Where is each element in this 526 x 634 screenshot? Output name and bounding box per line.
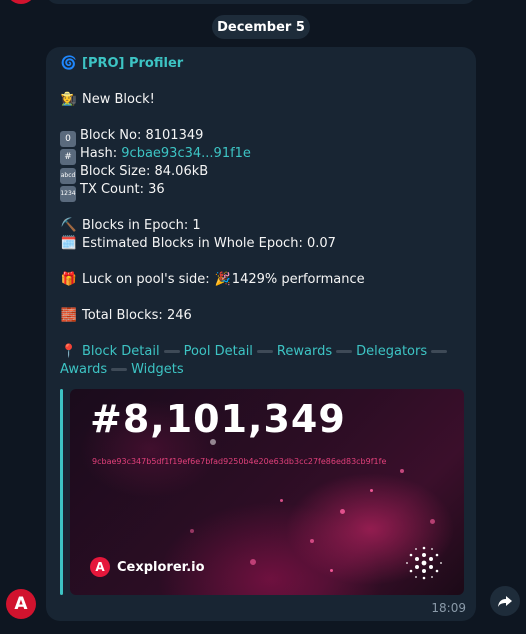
keycap-1234-icon: 1234 (60, 186, 76, 202)
link-separator (256, 350, 273, 353)
total-blocks-label: Total Blocks: (82, 308, 167, 323)
party-popper-icon: 🎉 (214, 272, 231, 287)
block-no-line: 0 Block No: 8101349 (60, 127, 203, 147)
links-line-1: 📍 Block Detail Pool Detail Rewards Delegator… (60, 343, 451, 361)
links-line-2: Awards Widgets (60, 361, 184, 379)
tx-count-value: 36 (148, 182, 165, 197)
total-blocks-line: 🧱 Total Blocks: 246 (60, 307, 192, 325)
sender-avatar[interactable]: A (6, 589, 36, 619)
hash-label: Hash: (80, 146, 122, 161)
luck-value: 1429% performance (231, 272, 365, 287)
block-no-value: 8101349 (145, 128, 204, 143)
date-separator: December 5 (212, 15, 310, 39)
bricks-icon: 🧱 (60, 308, 78, 323)
awards-link[interactable]: Awards (60, 362, 107, 377)
cardano-logo-icon (406, 546, 442, 580)
tx-count-label: TX Count: (80, 182, 149, 197)
link-separator (431, 350, 448, 353)
link-separator (163, 350, 180, 353)
headline-line: 👩‍🌾 New Block! (60, 91, 155, 109)
cexplorer-avatar-icon: A (14, 594, 28, 614)
sender-name[interactable]: [PRO] Profiler (82, 56, 183, 71)
blocks-in-epoch-label: Blocks in Epoch: (82, 218, 193, 233)
tx-count-line: 1234 TX Count: 36 (60, 181, 165, 202)
headline: New Block! (82, 92, 155, 107)
pool-detail-link[interactable]: Pool Detail (184, 344, 253, 359)
calendar-icon: 🗓️ (60, 236, 78, 251)
pin-icon: 📍 (60, 344, 78, 359)
link-separator (111, 368, 128, 371)
estimated-blocks-value: 0.07 (306, 236, 336, 251)
total-blocks-value: 246 (166, 308, 192, 323)
cexplorer-logo-icon: A (90, 557, 110, 577)
share-arrow-icon (498, 596, 512, 607)
hash-line: # Hash: 9cbae93c34...91f1e (60, 145, 251, 165)
blocks-in-epoch-line: ⛏️ Blocks in Epoch: 1 (60, 217, 201, 235)
block-detail-link[interactable]: Block Detail (82, 344, 160, 359)
gift-icon: 🎁 (60, 272, 78, 287)
block-no-label: Block No: (80, 128, 146, 143)
sender-line: 🌀 [PRO] Profiler (60, 55, 183, 73)
cyclone-icon: 🌀 (60, 56, 78, 71)
blocks-in-epoch-value: 1 (192, 218, 201, 233)
delegators-link[interactable]: Delegators (356, 344, 427, 359)
block-size-value: 84.06kB (154, 164, 209, 179)
link-separator (336, 350, 353, 353)
message-bubble[interactable]: 🌀 [PRO] Profiler 👩‍🌾 New Block! 0 Block No:… (46, 47, 476, 621)
link-preview-image[interactable]: #8,101,349 9cbae93c347b5df1f19ef6e7bfad9… (70, 389, 464, 595)
widgets-link[interactable]: Widgets (131, 362, 184, 377)
estimated-blocks-label: Estimated Blocks in Whole Epoch: (82, 236, 307, 251)
preview-hash: 9cbae93c347b5df1f19ef6e7bfad9250b4e20e63… (92, 457, 387, 466)
hash-link[interactable]: 9cbae93c34...91f1e (121, 146, 251, 161)
farmer-icon: 👩‍🌾 (60, 92, 78, 107)
preview-block-number: #8,101,349 (90, 397, 346, 441)
forward-button[interactable] (490, 586, 520, 616)
rewards-link[interactable]: Rewards (277, 344, 332, 359)
link-preview-accent (60, 389, 63, 595)
luck-label: Luck on pool's side: (82, 272, 214, 287)
previous-message-edge (46, 0, 476, 4)
pick-icon: ⛏️ (60, 218, 78, 233)
luck-line: 🎁 Luck on pool's side: 🎉1429% performance (60, 271, 365, 289)
estimated-blocks-line: 🗓️ Estimated Blocks in Whole Epoch: 0.07 (60, 235, 336, 253)
message-time: 18:09 (431, 601, 466, 615)
block-size-label: Block Size: (80, 164, 155, 179)
brand-name: Cexplorer.io (117, 559, 205, 575)
preview-brand: A Cexplorer.io (90, 557, 205, 577)
